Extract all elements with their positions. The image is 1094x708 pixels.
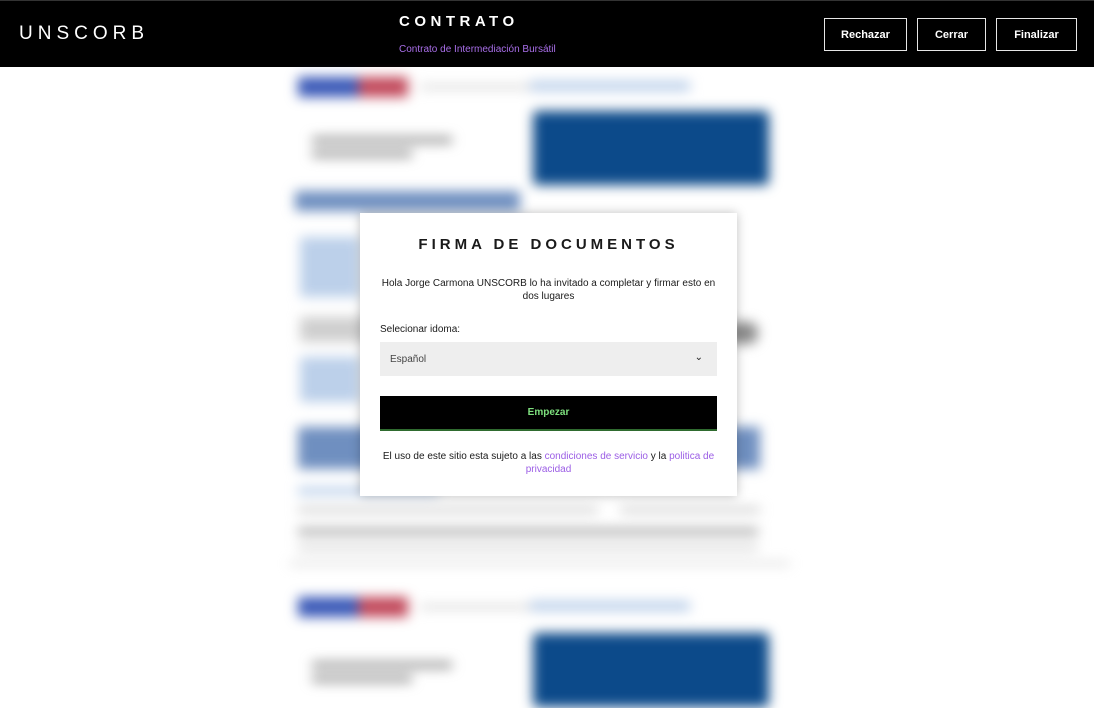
finish-button[interactable]: Finalizar xyxy=(996,18,1077,51)
terms-prefix: El uso de este sitio esta sujeto a las xyxy=(382,451,542,462)
brand-logo: UNSCORB xyxy=(19,23,150,44)
start-button[interactable]: Empezar xyxy=(380,396,717,431)
language-selected-value: Español xyxy=(390,353,427,365)
signing-dialog: FIRMA DE DOCUMENTOS Hola Jorge Carmona U… xyxy=(360,213,737,496)
close-button[interactable]: Cerrar xyxy=(917,18,986,51)
dialog-title: FIRMA DE DOCUMENTOS xyxy=(418,236,679,253)
document-title: CONTRATO xyxy=(399,13,519,30)
terms-middle: y la xyxy=(650,451,667,462)
reject-button[interactable]: Rechazar xyxy=(824,18,907,51)
chevron-down-icon: ⌄ xyxy=(694,352,703,363)
language-select[interactable]: Español ⌄ xyxy=(380,342,717,376)
top-bar: UNSCORB CONTRATO Contrato de Intermediac… xyxy=(0,0,1094,67)
invitation-message: Hola Jorge Carmona UNSCORB lo ha invitad… xyxy=(381,278,716,302)
language-label: Selecionar idoma: xyxy=(380,324,461,335)
document-subtitle: Contrato de Intermediación Bursátil xyxy=(399,44,556,55)
terms-notice: El uso de este sitio esta sujeto a las c… xyxy=(380,450,717,476)
terms-of-service-link[interactable]: condiciones de servicio xyxy=(545,451,648,462)
